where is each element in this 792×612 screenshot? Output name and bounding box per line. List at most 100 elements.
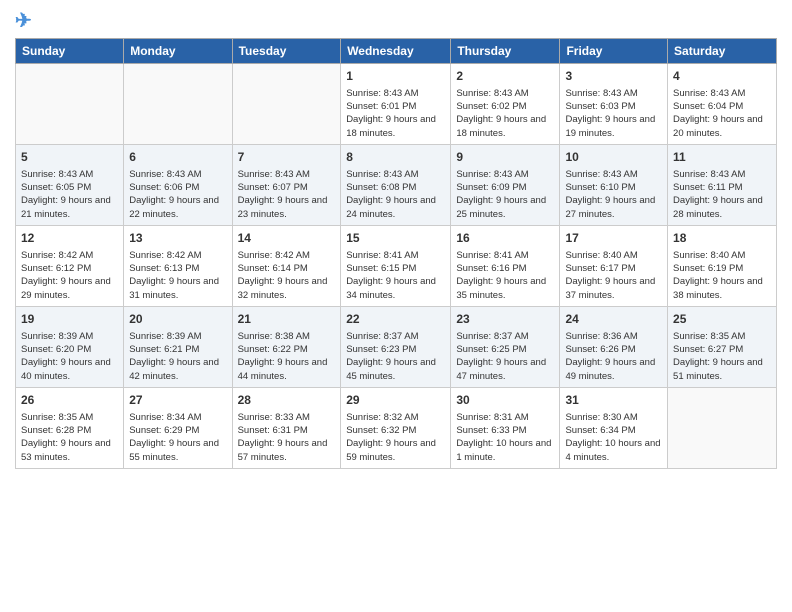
week-row-1: 1Sunrise: 8:43 AM Sunset: 6:01 PM Daylig… [16,64,777,145]
day-number-11: 11 [673,149,771,166]
header: ✈ [15,10,777,32]
day-number-20: 20 [129,311,226,328]
day-cell-15: 15Sunrise: 8:41 AM Sunset: 6:15 PM Dayli… [341,225,451,306]
day-cell-3: 3Sunrise: 8:43 AM Sunset: 6:03 PM Daylig… [560,64,668,145]
week-row-4: 19 Sunrise: 8:39 AM Sunset: 6:20 PM Dayli… [16,306,777,387]
day-number-10: 10 [565,149,662,166]
day-info-17: Sunrise: 8:40 AM Sunset: 6:17 PM Dayligh… [565,249,662,302]
day-cell-14: 14 Sunrise: 8:42 AM Sunset: 6:14 PM Dayli… [232,225,341,306]
day-cell-8: 8 Sunrise: 8:43 AM Sunset: 6:08 PM Daylig… [341,144,451,225]
day-number-24: 24 [565,311,662,328]
day-number-28: 28 [238,392,336,409]
day-number-21: 21 [238,311,336,328]
weekday-saturday: Saturday [668,39,777,64]
empty-cell [124,64,232,145]
day-number-29: 29 [346,392,445,409]
day-number-31: 31 [565,392,662,409]
day-cell-2: 2Sunrise: 8:43 AM Sunset: 6:02 PM Daylig… [451,64,560,145]
day-cell-11: 11 Sunrise: 8:43 AM Sunset: 6:11 PM Dayli… [668,144,777,225]
day-info-12: Sunrise: 8:42 AM Sunset: 6:12 PM Dayligh… [21,249,118,302]
day-info-28: Sunrise: 8:33 AM Sunset: 6:31 PM Dayligh… [238,411,336,464]
day-number-26: 26 [21,392,118,409]
calendar-table: SundayMondayTuesdayWednesdayThursdayFrid… [15,38,777,469]
empty-cell [668,387,777,468]
day-info-26: Sunrise: 8:35 AM Sunset: 6:28 PM Dayligh… [21,411,118,464]
day-cell-24: 24 Sunrise: 8:36 AM Sunset: 6:26 PM Dayli… [560,306,668,387]
day-info-22: Sunrise: 8:37 AM Sunset: 6:23 PM Dayligh… [346,330,445,383]
day-info-31: Sunrise: 8:30 AM Sunset: 6:34 PM Dayligh… [565,411,662,464]
day-cell-22: 22 Sunrise: 8:37 AM Sunset: 6:23 PM Dayli… [341,306,451,387]
day-number-18: 18 [673,230,771,247]
day-info-20: Sunrise: 8:39 AM Sunset: 6:21 PM Dayligh… [129,330,226,383]
day-number-9: 9 [456,149,554,166]
day-number-4: 4 [673,68,771,85]
day-number-15: 15 [346,230,445,247]
day-info-4: Sunrise: 8:43 AM Sunset: 6:04 PM Dayligh… [673,87,771,140]
day-cell-29: 29 Sunrise: 8:32 AM Sunset: 6:32 PM Dayli… [341,387,451,468]
logo: ✈ [15,10,32,32]
day-cell-30: 30 Sunrise: 8:31 AM Sunset: 6:33 PM Dayli… [451,387,560,468]
day-cell-7: 7 Sunrise: 8:43 AM Sunset: 6:07 PM Daylig… [232,144,341,225]
day-number-19: 19 [21,311,118,328]
day-number-30: 30 [456,392,554,409]
day-info-18: Sunrise: 8:40 AM Sunset: 6:19 PM Dayligh… [673,249,771,302]
day-info-21: Sunrise: 8:38 AM Sunset: 6:22 PM Dayligh… [238,330,336,383]
day-info-2: Sunrise: 8:43 AM Sunset: 6:02 PM Dayligh… [456,87,554,140]
day-info-8: Sunrise: 8:43 AM Sunset: 6:08 PM Dayligh… [346,168,445,221]
week-row-2: 5 Sunrise: 8:43 AM Sunset: 6:05 PM Daylig… [16,144,777,225]
day-number-5: 5 [21,149,118,166]
day-number-22: 22 [346,311,445,328]
day-number-12: 12 [21,230,118,247]
day-cell-18: 18 Sunrise: 8:40 AM Sunset: 6:19 PM Dayli… [668,225,777,306]
day-info-1: Sunrise: 8:43 AM Sunset: 6:01 PM Dayligh… [346,87,445,140]
logo-bird-icon: ✈ [15,10,32,32]
day-cell-6: 6 Sunrise: 8:43 AM Sunset: 6:06 PM Daylig… [124,144,232,225]
day-info-14: Sunrise: 8:42 AM Sunset: 6:14 PM Dayligh… [238,249,336,302]
day-cell-4: 4 Sunrise: 8:43 AM Sunset: 6:04 PM Daylig… [668,64,777,145]
day-number-16: 16 [456,230,554,247]
day-cell-25: 25 Sunrise: 8:35 AM Sunset: 6:27 PM Dayli… [668,306,777,387]
day-cell-10: 10Sunrise: 8:43 AM Sunset: 6:10 PM Dayli… [560,144,668,225]
day-number-25: 25 [673,311,771,328]
day-number-23: 23 [456,311,554,328]
empty-cell [16,64,124,145]
weekday-friday: Friday [560,39,668,64]
day-cell-31: 31 Sunrise: 8:30 AM Sunset: 6:34 PM Dayli… [560,387,668,468]
day-number-13: 13 [129,230,226,247]
day-number-3: 3 [565,68,662,85]
day-info-11: Sunrise: 8:43 AM Sunset: 6:11 PM Dayligh… [673,168,771,221]
day-cell-5: 5 Sunrise: 8:43 AM Sunset: 6:05 PM Daylig… [16,144,124,225]
day-info-30: Sunrise: 8:31 AM Sunset: 6:33 PM Dayligh… [456,411,554,464]
day-cell-12: 12 Sunrise: 8:42 AM Sunset: 6:12 PM Dayli… [16,225,124,306]
day-number-8: 8 [346,149,445,166]
weekday-wednesday: Wednesday [341,39,451,64]
weekday-header-row: SundayMondayTuesdayWednesdayThursdayFrid… [16,39,777,64]
day-number-7: 7 [238,149,336,166]
day-info-25: Sunrise: 8:35 AM Sunset: 6:27 PM Dayligh… [673,330,771,383]
weekday-monday: Monday [124,39,232,64]
day-info-29: Sunrise: 8:32 AM Sunset: 6:32 PM Dayligh… [346,411,445,464]
day-info-13: Sunrise: 8:42 AM Sunset: 6:13 PM Dayligh… [129,249,226,302]
day-cell-20: 20 Sunrise: 8:39 AM Sunset: 6:21 PM Dayli… [124,306,232,387]
day-info-24: Sunrise: 8:36 AM Sunset: 6:26 PM Dayligh… [565,330,662,383]
day-cell-26: 26 Sunrise: 8:35 AM Sunset: 6:28 PM Dayli… [16,387,124,468]
calendar-body: 1Sunrise: 8:43 AM Sunset: 6:01 PM Daylig… [16,64,777,469]
day-info-9: Sunrise: 8:43 AM Sunset: 6:09 PM Dayligh… [456,168,554,221]
empty-cell [232,64,341,145]
day-info-27: Sunrise: 8:34 AM Sunset: 6:29 PM Dayligh… [129,411,226,464]
day-number-6: 6 [129,149,226,166]
day-cell-13: 13 Sunrise: 8:42 AM Sunset: 6:13 PM Dayli… [124,225,232,306]
day-cell-17: 17 Sunrise: 8:40 AM Sunset: 6:17 PM Dayli… [560,225,668,306]
day-cell-21: 21 Sunrise: 8:38 AM Sunset: 6:22 PM Dayli… [232,306,341,387]
day-number-17: 17 [565,230,662,247]
weekday-sunday: Sunday [16,39,124,64]
weekday-tuesday: Tuesday [232,39,341,64]
day-cell-27: 27 Sunrise: 8:34 AM Sunset: 6:29 PM Dayli… [124,387,232,468]
day-number-27: 27 [129,392,226,409]
week-row-3: 12 Sunrise: 8:42 AM Sunset: 6:12 PM Dayli… [16,225,777,306]
day-info-5: Sunrise: 8:43 AM Sunset: 6:05 PM Dayligh… [21,168,118,221]
day-info-6: Sunrise: 8:43 AM Sunset: 6:06 PM Dayligh… [129,168,226,221]
day-info-7: Sunrise: 8:43 AM Sunset: 6:07 PM Dayligh… [238,168,336,221]
day-info-19: Sunrise: 8:39 AM Sunset: 6:20 PM Dayligh… [21,330,118,383]
day-number-14: 14 [238,230,336,247]
